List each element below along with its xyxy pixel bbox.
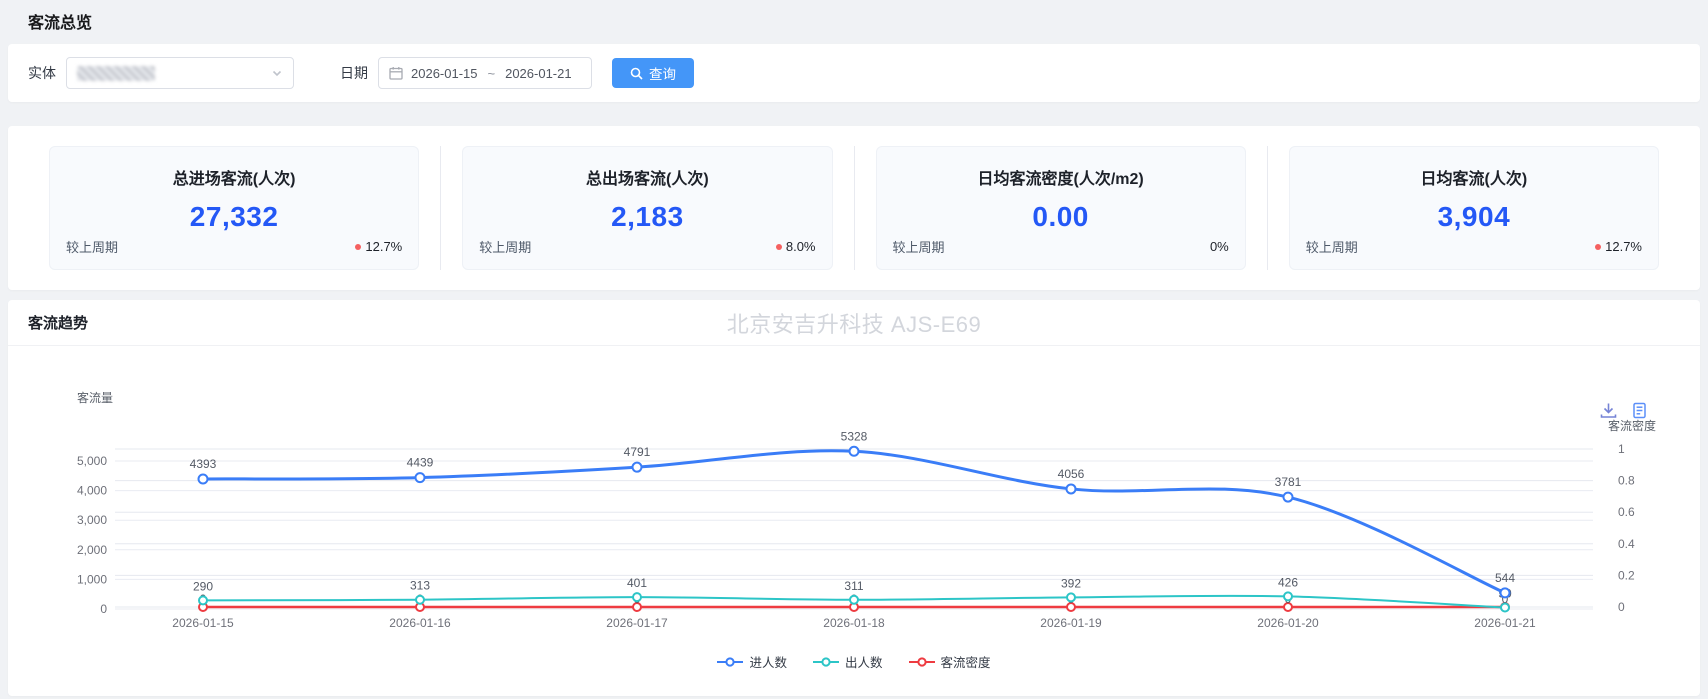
chart-entity-title: 北京安吉升科技 AJS-E69	[8, 307, 1700, 339]
filter-panel: 实体 日期 2026-01-15 ~ 2026-01-21 查询	[8, 44, 1700, 102]
svg-text:0: 0	[1618, 600, 1625, 614]
query-button-label: 查询	[649, 63, 676, 83]
svg-text:5328: 5328	[841, 429, 868, 443]
svg-text:2026-01-21: 2026-01-21	[1474, 616, 1536, 630]
svg-text:426: 426	[1278, 575, 1298, 589]
stat-cell: 日均客流密度(人次/m2) 0.00 较上周期 0%	[854, 146, 1267, 270]
svg-text:1: 1	[1618, 442, 1625, 456]
stat-compare-label: 较上周期	[66, 237, 118, 256]
svg-text:4439: 4439	[407, 456, 434, 470]
download-icon[interactable]	[1600, 402, 1617, 419]
stat-change: 0%	[1200, 239, 1229, 254]
svg-text:0: 0	[100, 602, 107, 616]
stat-card-avg-density: 日均客流密度(人次/m2) 0.00 较上周期 0%	[876, 146, 1246, 270]
svg-text:401: 401	[627, 576, 647, 590]
stat-card-total-out: 总出场客流(人次) 2,183 较上周期 8.0%	[462, 146, 832, 270]
svg-text:544: 544	[1495, 571, 1515, 585]
svg-text:2026-01-15: 2026-01-15	[172, 616, 234, 630]
chart-section-title: 客流趋势	[28, 312, 88, 333]
calendar-icon	[389, 66, 403, 80]
search-icon	[630, 67, 643, 80]
stat-value: 27,332	[66, 201, 402, 233]
svg-text:392: 392	[1061, 576, 1081, 590]
chart-legend: 进人数 出人数 客流密度	[8, 652, 1700, 671]
trend-chart: 0 0.2 0.4 0.6 0.8 1 0 1,000 2,000 3,000 4,000 5,000…	[8, 346, 1700, 648]
svg-text:2026-01-20: 2026-01-20	[1257, 616, 1319, 630]
chart-panel: 客流趋势 北京安吉升科技 AJS-E69 0 0.2 0.4 0.6 0.8 1 0 1,00…	[8, 300, 1700, 696]
page-header: 客流总览	[0, 0, 1708, 44]
chevron-down-icon	[271, 67, 283, 79]
line-marker-icon	[909, 657, 935, 667]
negative-dot-icon	[1595, 244, 1601, 250]
svg-text:2,000: 2,000	[77, 543, 107, 557]
negative-dot-icon	[355, 244, 361, 250]
stat-title: 总出场客流(人次)	[479, 165, 815, 189]
stat-change: 12.7%	[1595, 239, 1642, 254]
date-separator: ~	[486, 66, 498, 81]
svg-text:客流密度: 客流密度	[1608, 418, 1656, 433]
chart-toolbar	[1600, 402, 1648, 419]
svg-text:2026-01-17: 2026-01-17	[606, 616, 668, 630]
svg-text:0.4: 0.4	[1618, 537, 1635, 551]
svg-text:311: 311	[844, 579, 863, 593]
line-marker-icon	[813, 657, 839, 667]
date-start-value[interactable]: 2026-01-15	[411, 66, 478, 81]
legend-item-out[interactable]: 出人数	[813, 652, 883, 671]
legend-item-density[interactable]: 客流密度	[909, 652, 991, 671]
svg-text:5,000: 5,000	[77, 454, 107, 468]
stat-cell: 总出场客流(人次) 2,183 较上周期 8.0%	[440, 146, 853, 270]
redacted-entity-value	[77, 66, 155, 81]
svg-text:3781: 3781	[1275, 475, 1302, 489]
svg-text:0.6: 0.6	[1618, 505, 1635, 519]
line-marker-icon	[717, 657, 743, 667]
svg-text:4,000: 4,000	[77, 484, 107, 498]
date-end-value[interactable]: 2026-01-21	[505, 66, 572, 81]
svg-text:4056: 4056	[1058, 467, 1085, 481]
stat-title: 日均客流(人次)	[1306, 165, 1642, 189]
page-title: 客流总览	[28, 9, 1680, 33]
stat-compare-label: 较上周期	[479, 237, 531, 256]
stat-title: 日均客流密度(人次/m2)	[893, 165, 1229, 189]
stat-cell: 日均客流(人次) 3,904 较上周期 12.7%	[1267, 146, 1680, 270]
stat-value: 0.00	[893, 201, 1229, 233]
stat-compare-label: 较上周期	[1306, 237, 1358, 256]
svg-text:290: 290	[193, 579, 213, 593]
svg-text:0.2: 0.2	[1618, 568, 1635, 582]
svg-text:2026-01-18: 2026-01-18	[823, 616, 885, 630]
stat-change: 12.7%	[355, 239, 402, 254]
stat-change: 8.0%	[776, 239, 816, 254]
stat-compare-label: 较上周期	[893, 237, 945, 256]
stat-value: 3,904	[1306, 201, 1642, 233]
stat-card-daily-avg: 日均客流(人次) 3,904 较上周期 12.7%	[1289, 146, 1659, 270]
chart-header: 客流趋势 北京安吉升科技 AJS-E69	[8, 300, 1700, 346]
svg-text:2026-01-19: 2026-01-19	[1040, 616, 1102, 630]
data-view-icon[interactable]	[1631, 402, 1648, 419]
svg-text:4791: 4791	[624, 445, 651, 459]
svg-text:客流量: 客流量	[77, 390, 113, 405]
svg-text:313: 313	[410, 579, 430, 593]
query-button[interactable]: 查询	[612, 58, 694, 88]
svg-text:2026-01-16: 2026-01-16	[389, 616, 451, 630]
stat-value: 2,183	[479, 201, 815, 233]
svg-text:4393: 4393	[190, 457, 217, 471]
stats-panel: 总进场客流(人次) 27,332 较上周期 12.7% 总出场客流(人次) 2,…	[8, 126, 1700, 290]
date-label: 日期	[340, 63, 368, 83]
entity-label: 实体	[28, 63, 56, 83]
date-range-input[interactable]: 2026-01-15 ~ 2026-01-21	[378, 57, 592, 89]
stat-card-total-in: 总进场客流(人次) 27,332 较上周期 12.7%	[49, 146, 419, 270]
svg-text:1,000: 1,000	[77, 572, 107, 586]
legend-item-in[interactable]: 进人数	[717, 652, 787, 671]
negative-dot-icon	[776, 244, 782, 250]
svg-text:0.8: 0.8	[1618, 474, 1635, 488]
stat-title: 总进场客流(人次)	[66, 165, 402, 189]
stat-cell: 总进场客流(人次) 27,332 较上周期 12.7%	[28, 146, 440, 270]
entity-select[interactable]	[66, 57, 294, 89]
svg-text:3,000: 3,000	[77, 513, 107, 527]
